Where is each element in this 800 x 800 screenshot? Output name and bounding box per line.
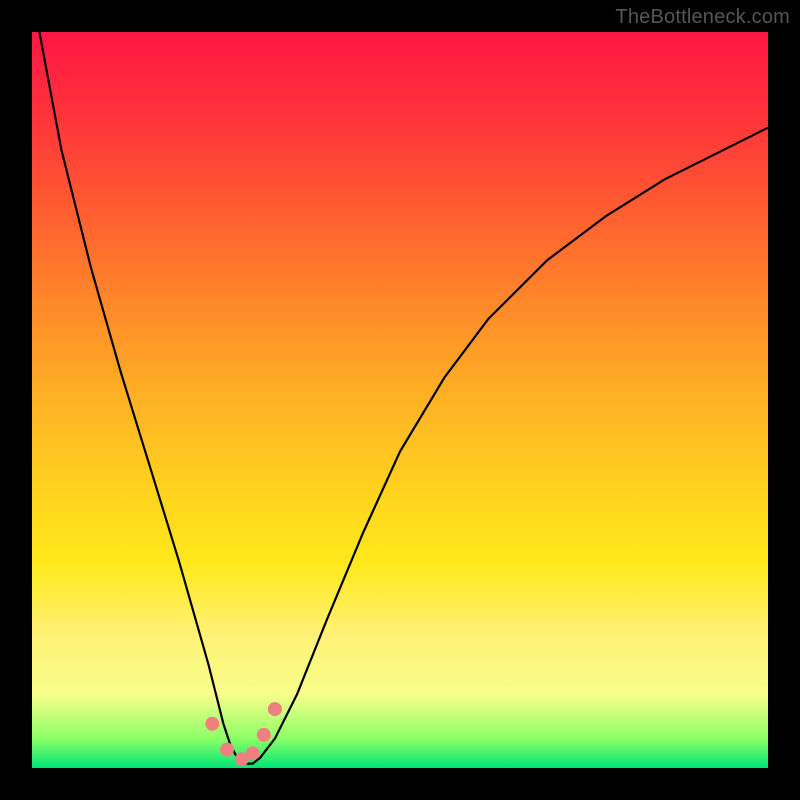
sweet-spot-dot [205, 717, 219, 731]
sweet-spot-dot [220, 743, 234, 757]
sweet-spot-dot [257, 728, 271, 742]
sweet-spot-markers [32, 32, 768, 768]
sweet-spot-dot [246, 746, 260, 760]
sweet-spot-dot [268, 702, 282, 716]
chart-frame: TheBottleneck.com [0, 0, 800, 800]
attribution-text: TheBottleneck.com [615, 6, 790, 29]
plot-area [32, 32, 768, 768]
